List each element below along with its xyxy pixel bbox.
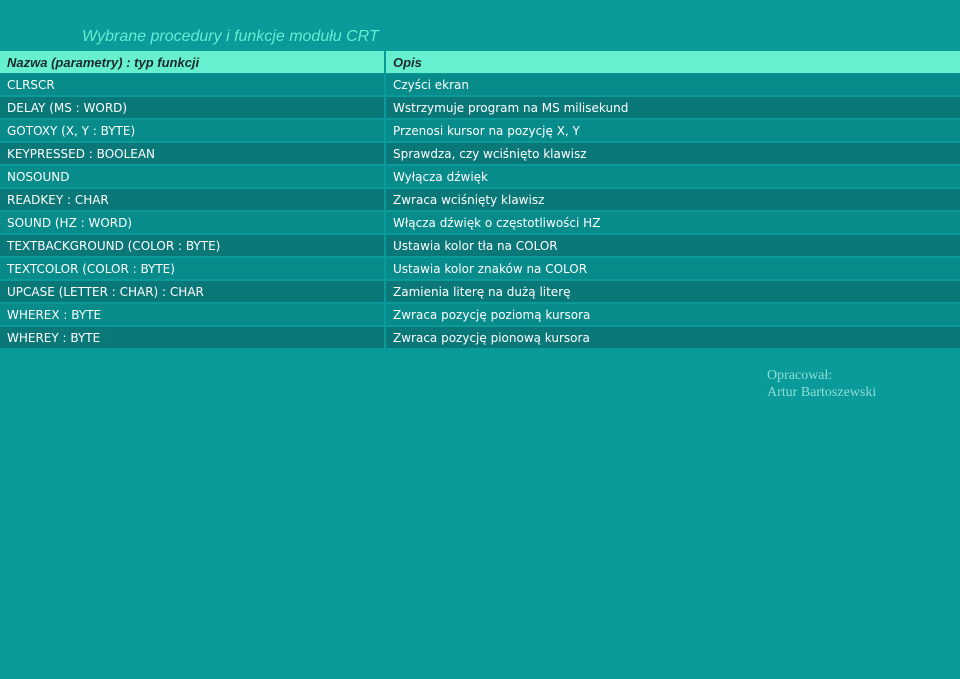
function-name: NOSOUND <box>0 165 386 189</box>
function-name: READKEY : CHAR <box>0 188 386 212</box>
function-description: Przenosi kursor na pozycję X, Y <box>385 119 960 143</box>
table-row: NOSOUND Wyłącza dźwięk <box>0 165 960 189</box>
function-description: Czyści ekran <box>385 73 960 97</box>
table-header-row: Nazwa (parametry) : typ funkcji Opis <box>0 51 960 74</box>
header-description: Opis <box>385 51 960 74</box>
function-description: Włącza dźwięk o częstotliwości HZ <box>385 211 960 235</box>
function-name: UPCASE (LETTER : CHAR) : CHAR <box>0 280 386 304</box>
table-row: SOUND (HZ : WORD) Włącza dźwięk o często… <box>0 211 960 235</box>
function-description: Ustawia kolor tła na COLOR <box>385 234 960 258</box>
function-name: CLRSCR <box>0 73 386 97</box>
table-row: DELAY (MS : WORD) Wstrzymuje program na … <box>0 96 960 120</box>
function-name: SOUND (HZ : WORD) <box>0 211 386 235</box>
table-row: TEXTBACKGROUND (COLOR : BYTE) Ustawia ko… <box>0 234 960 258</box>
table-row: WHEREY : BYTE Zwraca pozycję pionową kur… <box>0 326 960 350</box>
table-row: GOTOXY (X, Y : BYTE) Przenosi kursor na … <box>0 119 960 143</box>
function-name: WHEREY : BYTE <box>0 326 386 350</box>
table-row: TEXTCOLOR (COLOR : BYTE) Ustawia kolor z… <box>0 257 960 281</box>
function-description: Wyłącza dźwięk <box>385 165 960 189</box>
slide-title: Wybrane procedury i funkcje modułu CRT <box>82 28 379 45</box>
crt-functions-table: Nazwa (parametry) : typ funkcji Opis CLR… <box>0 51 960 350</box>
function-name: WHEREX : BYTE <box>0 303 386 327</box>
table-row: KEYPRESSED : BOOLEAN Sprawdza, czy wciśn… <box>0 142 960 166</box>
table-row: WHEREX : BYTE Zwraca pozycję poziomą kur… <box>0 303 960 327</box>
function-name: TEXTCOLOR (COLOR : BYTE) <box>0 257 386 281</box>
header-name: Nazwa (parametry) : typ funkcji <box>0 51 386 74</box>
table-row: READKEY : CHAR Zwraca wciśnięty klawisz <box>0 188 960 212</box>
author-label: Opracował: <box>767 368 833 383</box>
author-credit: Opracował: Artur Bartoszewski <box>767 367 876 401</box>
function-description: Zwraca pozycję poziomą kursora <box>385 303 960 327</box>
table-row: CLRSCR Czyści ekran <box>0 73 960 97</box>
function-description: Sprawdza, czy wciśnięto klawisz <box>385 142 960 166</box>
function-description: Zwraca wciśnięty klawisz <box>385 188 960 212</box>
table-row: UPCASE (LETTER : CHAR) : CHAR Zamienia l… <box>0 280 960 304</box>
function-name: DELAY (MS : WORD) <box>0 96 386 120</box>
function-name: GOTOXY (X, Y : BYTE) <box>0 119 386 143</box>
function-description: Ustawia kolor znaków na COLOR <box>385 257 960 281</box>
function-description: Zwraca pozycję pionową kursora <box>385 326 960 350</box>
function-name: TEXTBACKGROUND (COLOR : BYTE) <box>0 234 386 258</box>
function-description: Zamienia literę na dużą literę <box>385 280 960 304</box>
function-description: Wstrzymuje program na MS milisekund <box>385 96 960 120</box>
function-name: KEYPRESSED : BOOLEAN <box>0 142 386 166</box>
author-name: Artur Bartoszewski <box>767 385 877 400</box>
